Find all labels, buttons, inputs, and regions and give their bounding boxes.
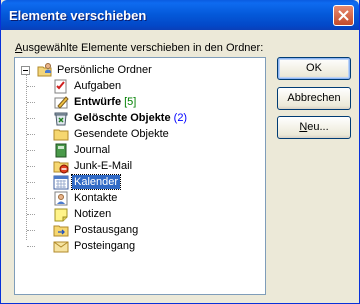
tree-item-label: Persönliche Ordner	[57, 64, 152, 76]
tree-item-label: Entwürfe [5]	[74, 96, 137, 108]
tree-item-label: Gesendete Objekte	[74, 128, 169, 140]
folder-prompt-label: Ausgewählte Elemente verschieben in den …	[15, 42, 264, 54]
tree-item-personal-folders[interactable]: Persönliche Ordner	[15, 62, 265, 78]
folder-tree[interactable]: Persönliche Ordner Aufgaben Entwürfe [5]	[14, 57, 266, 295]
tree-item-label: Aufgaben	[74, 80, 122, 92]
tree-item-label: Postausgang	[74, 224, 139, 236]
notes-icon	[53, 206, 69, 222]
tree-item-posteingang[interactable]: Posteingang	[15, 238, 265, 254]
tree-item-label: Kalender	[70, 174, 122, 190]
drafts-icon	[53, 94, 69, 110]
tree-item-label: Junk-E-Mail	[74, 160, 133, 172]
tree-item-notizen[interactable]: Notizen	[15, 206, 265, 222]
tree-item-label: Notizen	[74, 208, 112, 220]
unread-count: (2)	[173, 112, 188, 124]
collapse-toggle-icon[interactable]	[21, 66, 30, 75]
dialog-body: Ausgewählte Elemente verschieben in den …	[4, 30, 356, 301]
contacts-icon	[53, 190, 69, 206]
calendar-icon	[53, 174, 69, 190]
personal-folders-icon	[37, 62, 53, 78]
sent-items-icon	[53, 126, 69, 142]
junk-mail-icon	[53, 158, 69, 174]
close-button[interactable]	[333, 5, 354, 26]
close-icon	[338, 10, 349, 21]
inbox-icon	[53, 238, 69, 254]
tree-item-label: Posteingang	[74, 240, 136, 252]
new-folder-button[interactable]: Neu...	[277, 116, 351, 139]
tree-item-kalender[interactable]: Kalender	[15, 174, 265, 190]
tree-item-entwuerfe[interactable]: Entwürfe [5]	[15, 94, 265, 110]
tree-item-label: Kontakte	[74, 192, 118, 204]
tree-item-label: Gelöschte Objekte (2)	[74, 112, 188, 124]
move-items-dialog: Elemente verschieben Ausgewählte Element…	[0, 0, 360, 304]
cancel-button[interactable]: Abbrechen	[277, 87, 351, 110]
unread-count: [5]	[124, 96, 137, 108]
tree-item-kontakte[interactable]: Kontakte	[15, 190, 265, 206]
ok-button[interactable]: OK	[277, 57, 351, 80]
tree-item-aufgaben[interactable]: Aufgaben	[15, 78, 265, 94]
deleted-items-icon	[53, 110, 69, 126]
tree-item-journal[interactable]: Journal	[15, 142, 265, 158]
tree-item-geloeschte-objekte[interactable]: Gelöschte Objekte (2)	[15, 110, 265, 126]
tree-item-label: Journal	[74, 144, 111, 156]
tree-item-junk-e-mail[interactable]: Junk-E-Mail	[15, 158, 265, 174]
outbox-icon	[53, 222, 69, 238]
tree-item-gesendete-objekte[interactable]: Gesendete Objekte	[15, 126, 265, 142]
title-bar[interactable]: Elemente verschieben	[1, 0, 359, 30]
tasks-icon	[53, 78, 69, 94]
window-title: Elemente verschieben	[9, 8, 147, 23]
journal-icon	[53, 142, 69, 158]
tree-item-postausgang[interactable]: Postausgang	[15, 222, 265, 238]
